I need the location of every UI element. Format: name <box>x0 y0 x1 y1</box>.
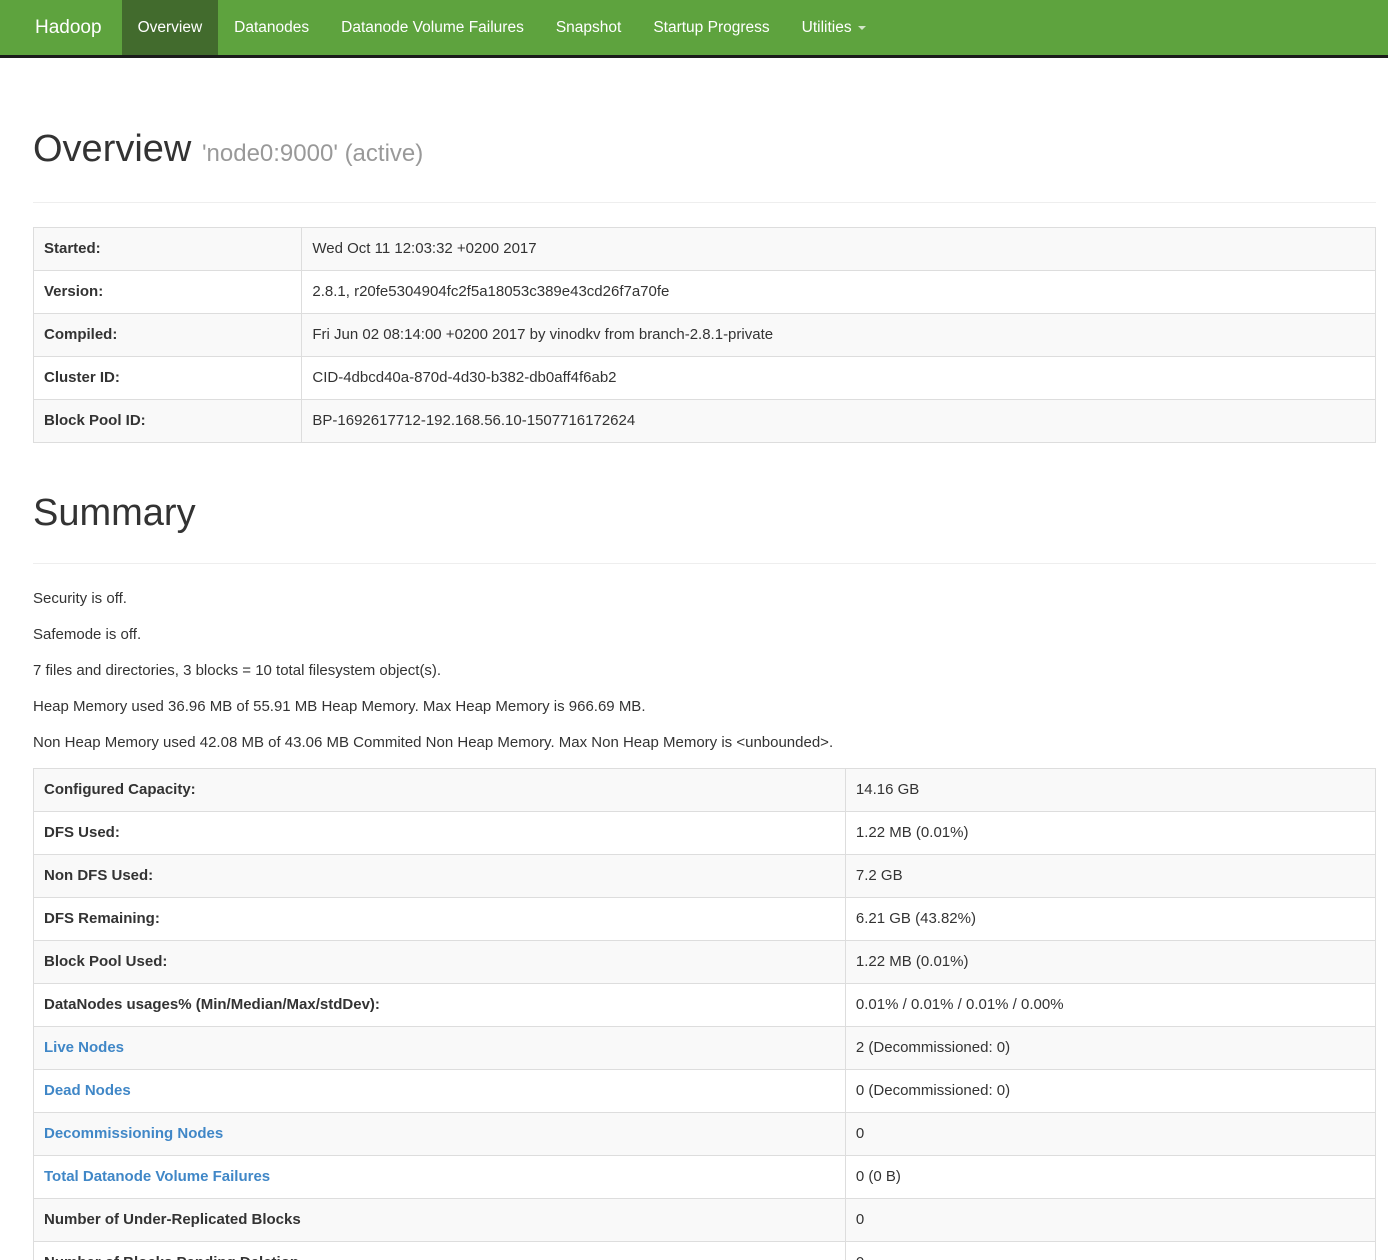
summary-label: Number of Under-Replicated Blocks <box>34 1199 846 1242</box>
table-row: Live Nodes 2 (Decommissioned: 0) <box>34 1027 1376 1070</box>
nav-item-datanodes[interactable]: Datanodes <box>218 0 325 55</box>
nav-item-datanode-volume-failures[interactable]: Datanode Volume Failures <box>325 0 540 55</box>
navbar: Hadoop Overview Datanodes Datanode Volum… <box>0 0 1388 58</box>
summary-value: 0 <box>845 1113 1375 1156</box>
summary-value: 0 <box>845 1199 1375 1242</box>
nav-item-overview[interactable]: Overview <box>122 0 219 55</box>
summary-label: Non DFS Used: <box>34 855 846 898</box>
nav-item-utilities-dropdown[interactable]: Utilities <box>786 0 882 55</box>
summary-label: Configured Capacity: <box>34 769 846 812</box>
namenode-address-label: 'node0:9000' (active) <box>202 140 423 167</box>
table-row: DataNodes usages% (Min/Median/Max/stdDev… <box>34 984 1376 1027</box>
page-title-text: Overview <box>33 128 191 170</box>
table-row: Dead Nodes 0 (Decommissioned: 0) <box>34 1070 1376 1113</box>
summary-value: 7.2 GB <box>845 855 1375 898</box>
summary-label: Block Pool Used: <box>34 941 846 984</box>
table-row: DFS Remaining: 6.21 GB (43.82%) <box>34 898 1376 941</box>
summary-label: Dead Nodes <box>34 1070 846 1113</box>
page-content: Overview 'node0:9000' (active) Started: … <box>33 128 1376 1260</box>
live-nodes-link[interactable]: Live Nodes <box>44 1039 124 1056</box>
summary-label: Live Nodes <box>34 1027 846 1070</box>
table-row: DFS Used: 1.22 MB (0.01%) <box>34 812 1376 855</box>
total-datanode-volume-failures-link[interactable]: Total Datanode Volume Failures <box>44 1168 270 1185</box>
filesystem-objects-text: 7 files and directories, 3 blocks = 10 t… <box>33 660 1376 681</box>
summary-value: 0 (0 B) <box>845 1156 1375 1199</box>
table-row: Block Pool Used: 1.22 MB (0.01%) <box>34 941 1376 984</box>
info-value: 2.8.1, r20fe5304904fc2f5a18053c389e43cd2… <box>302 271 1376 314</box>
summary-label: Number of Blocks Pending Deletion <box>34 1242 846 1260</box>
info-value: BP-1692617712-192.168.56.10-150771617262… <box>302 400 1376 443</box>
table-row: Non DFS Used: 7.2 GB <box>34 855 1376 898</box>
info-value: Fri Jun 02 08:14:00 +0200 2017 by vinodk… <box>302 314 1376 357</box>
info-label: Started: <box>34 228 302 271</box>
decommissioning-nodes-link[interactable]: Decommissioning Nodes <box>44 1125 223 1142</box>
info-label: Cluster ID: <box>34 357 302 400</box>
table-row: Number of Blocks Pending Deletion 0 <box>34 1242 1376 1260</box>
summary-heading: Summary <box>33 492 1376 534</box>
nav-item-snapshot[interactable]: Snapshot <box>540 0 638 55</box>
info-value: Wed Oct 11 12:03:32 +0200 2017 <box>302 228 1376 271</box>
cluster-info-table: Started: Wed Oct 11 12:03:32 +0200 2017 … <box>33 227 1376 443</box>
table-row: Block Pool ID: BP-1692617712-192.168.56.… <box>34 400 1376 443</box>
table-row: Total Datanode Volume Failures 0 (0 B) <box>34 1156 1376 1199</box>
summary-value: 6.21 GB (43.82%) <box>845 898 1375 941</box>
page-header: Overview 'node0:9000' (active) <box>33 128 1376 203</box>
summary-value: 0.01% / 0.01% / 0.01% / 0.00% <box>845 984 1375 1027</box>
summary-label: DFS Used: <box>34 812 846 855</box>
summary-value: 0 <box>845 1242 1375 1260</box>
summary-value: 1.22 MB (0.01%) <box>845 812 1375 855</box>
section-divider <box>33 563 1376 564</box>
table-row: Compiled: Fri Jun 02 08:14:00 +0200 2017… <box>34 314 1376 357</box>
table-row: Number of Under-Replicated Blocks 0 <box>34 1199 1376 1242</box>
summary-label: DataNodes usages% (Min/Median/Max/stdDev… <box>34 984 846 1027</box>
dead-nodes-link[interactable]: Dead Nodes <box>44 1082 131 1099</box>
table-row: Version: 2.8.1, r20fe5304904fc2f5a18053c… <box>34 271 1376 314</box>
chevron-down-icon <box>858 26 866 30</box>
summary-value: 0 (Decommissioned: 0) <box>845 1070 1375 1113</box>
info-label: Block Pool ID: <box>34 400 302 443</box>
summary-value: 14.16 GB <box>845 769 1375 812</box>
summary-label: DFS Remaining: <box>34 898 846 941</box>
summary-value: 2 (Decommissioned: 0) <box>845 1027 1375 1070</box>
info-label: Compiled: <box>34 314 302 357</box>
page-title: Overview 'node0:9000' (active) <box>33 128 1376 175</box>
table-row: Started: Wed Oct 11 12:03:32 +0200 2017 <box>34 228 1376 271</box>
nav-item-utilities-label: Utilities <box>802 19 852 37</box>
brand-link[interactable]: Hadoop <box>35 0 122 55</box>
summary-label: Total Datanode Volume Failures <box>34 1156 846 1199</box>
table-row: Cluster ID: CID-4dbcd40a-870d-4d30-b382-… <box>34 357 1376 400</box>
info-value: CID-4dbcd40a-870d-4d30-b382-db0aff4f6ab2 <box>302 357 1376 400</box>
info-label: Version: <box>34 271 302 314</box>
table-row: Decommissioning Nodes 0 <box>34 1113 1376 1156</box>
nav-item-startup-progress[interactable]: Startup Progress <box>637 0 785 55</box>
table-row: Configured Capacity: 14.16 GB <box>34 769 1376 812</box>
security-status-text: Security is off. <box>33 588 1376 609</box>
summary-label: Decommissioning Nodes <box>34 1113 846 1156</box>
safemode-status-text: Safemode is off. <box>33 624 1376 645</box>
summary-table: Configured Capacity: 14.16 GB DFS Used: … <box>33 768 1376 1260</box>
non-heap-memory-text: Non Heap Memory used 42.08 MB of 43.06 M… <box>33 732 1376 753</box>
heap-memory-text: Heap Memory used 36.96 MB of 55.91 MB He… <box>33 696 1376 717</box>
summary-value: 1.22 MB (0.01%) <box>845 941 1375 984</box>
